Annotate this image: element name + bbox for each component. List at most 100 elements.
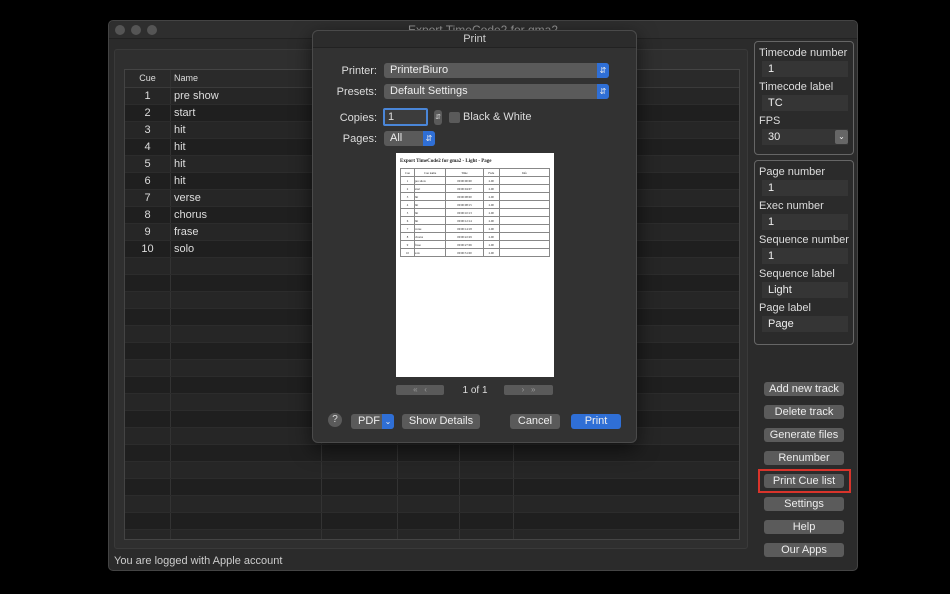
copies-label: Copies: <box>339 112 377 124</box>
add-new-track-button[interactable]: Add new track <box>764 382 844 396</box>
table-row[interactable] <box>125 530 739 539</box>
cue-name: pre show <box>171 88 322 104</box>
renumber-button[interactable]: Renumber <box>764 451 844 465</box>
page-number-label: Page number <box>759 166 826 178</box>
chevron-updown-icon: ⇵ <box>423 131 435 146</box>
page-number-field[interactable]: 1 <box>762 180 848 196</box>
cue-number <box>125 479 171 495</box>
sequence-number-field[interactable]: 1 <box>762 248 848 264</box>
printer-label: Printer: <box>341 65 377 77</box>
table-row[interactable] <box>125 496 739 513</box>
pdf-menu-button[interactable]: PDF ⌄ <box>351 414 394 429</box>
preview-cell: 00:00:31:00 <box>445 248 484 257</box>
preview-cell: solo <box>413 248 447 257</box>
preview-header: Fade <box>482 168 501 177</box>
preview-cell: chorus <box>413 232 447 241</box>
preview-cell <box>499 176 550 185</box>
cancel-button[interactable]: Cancel <box>510 414 560 429</box>
exec-number-field[interactable]: 1 <box>762 214 848 230</box>
cue-number: 8 <box>125 207 171 223</box>
table-row[interactable] <box>125 445 739 462</box>
generate-files-button[interactable]: Generate files <box>764 428 844 442</box>
table-row[interactable] <box>125 479 739 496</box>
cue-name <box>171 513 322 529</box>
cue-name <box>171 377 322 393</box>
timecode-label-field[interactable]: TC <box>762 95 848 111</box>
header-cue[interactable]: Cue <box>125 70 171 87</box>
cue-number: 9 <box>125 224 171 240</box>
cue-number <box>125 496 171 512</box>
cue-name <box>171 479 322 495</box>
presets-select[interactable]: Default Settings ⇵ <box>384 84 609 99</box>
table-row[interactable] <box>125 513 739 530</box>
black-white-label: Black & White <box>463 111 532 123</box>
printer-select[interactable]: PrinterBiuro ⇵ <box>384 63 609 78</box>
preview-cell: start <box>413 184 447 193</box>
show-details-button[interactable]: Show Details <box>402 414 480 429</box>
sequence-number-label: Sequence number <box>759 234 849 246</box>
help-button[interactable]: Help <box>764 520 844 534</box>
pages-select[interactable]: All ⇵ <box>384 131 435 146</box>
preview-row: 2 start 00:00:04:07 2.00 <box>400 184 550 193</box>
timecode-group: Timecode number 1 Timecode label TC FPS … <box>754 41 854 155</box>
cue-name: hit <box>171 173 322 189</box>
preview-cell: 2 <box>400 184 415 193</box>
cue-number: 4 <box>125 139 171 155</box>
preview-cell: 2.00 <box>482 176 501 185</box>
preview-row: 6 hit 00:00:12:14 2.00 <box>400 216 550 225</box>
timecode-label-label: Timecode label <box>759 81 834 93</box>
first-prev-page-buttons[interactable]: « ‹ <box>396 385 444 395</box>
preview-cell: hit <box>413 192 447 201</box>
preview-cell: frase <box>413 240 447 249</box>
preview-cell <box>499 208 550 217</box>
preview-cell: 2.00 <box>482 248 501 257</box>
delete-track-button[interactable]: Delete track <box>764 405 844 419</box>
our-apps-button[interactable]: Our Apps <box>764 543 844 557</box>
header-name[interactable]: Name <box>171 70 322 87</box>
print-dialog: Print Printer: PrinterBiuro ⇵ Presets: De… <box>312 30 637 443</box>
cue-number <box>125 428 171 444</box>
next-last-page-buttons[interactable]: › » <box>504 385 553 395</box>
pages-label: Pages: <box>342 133 377 145</box>
preview-cell <box>499 200 550 209</box>
preview-cell: 10 <box>400 248 415 257</box>
cue-name <box>171 411 322 427</box>
preview-cell: 7 <box>400 224 415 233</box>
cue-number <box>125 275 171 291</box>
black-white-checkbox[interactable] <box>449 112 460 123</box>
preview-cell: 8 <box>400 232 415 241</box>
fps-select[interactable]: 30 ⌄ <box>762 129 848 145</box>
page-label-label: Page label <box>759 302 811 314</box>
preview-cell: 2.00 <box>482 208 501 217</box>
page-label-field[interactable]: Page <box>762 316 848 332</box>
timecode-number-field[interactable]: 1 <box>762 61 848 77</box>
sequence-label-field[interactable]: Light <box>762 282 848 298</box>
cue-name <box>171 445 322 461</box>
copies-stepper[interactable]: ⇵ <box>434 110 442 125</box>
preview-cell: hit <box>413 216 447 225</box>
settings-button[interactable]: Settings <box>764 497 844 511</box>
cue-name <box>171 275 322 291</box>
copies-input[interactable]: 1 <box>383 108 428 126</box>
cue-name <box>171 530 322 539</box>
preview-cell <box>499 232 550 241</box>
preview-cell: verse <box>413 224 447 233</box>
preview-cell: 9 <box>400 240 415 249</box>
cue-name <box>171 258 322 274</box>
preview-cell: 3 <box>400 192 415 201</box>
preview-cell: 2.00 <box>482 184 501 193</box>
page-group: Page number 1 Exec number 1 Sequence num… <box>754 160 854 345</box>
preview-cell <box>499 192 550 201</box>
preview-cell: 00:00:12:14 <box>445 216 484 225</box>
print-cue-list-button[interactable]: Print Cue list <box>764 474 844 488</box>
help-icon[interactable]: ? <box>328 413 342 427</box>
cue-name <box>171 428 322 444</box>
preview-cell: 00:00:08:15 <box>445 200 484 209</box>
print-button[interactable]: Print <box>571 414 621 429</box>
cue-name <box>171 343 322 359</box>
cue-number <box>125 326 171 342</box>
preview-cell <box>499 184 550 193</box>
preview-row: 5 hit 00:00:10:13 2.00 <box>400 208 550 217</box>
table-row[interactable] <box>125 462 739 479</box>
pdf-label: PDF <box>358 415 380 427</box>
